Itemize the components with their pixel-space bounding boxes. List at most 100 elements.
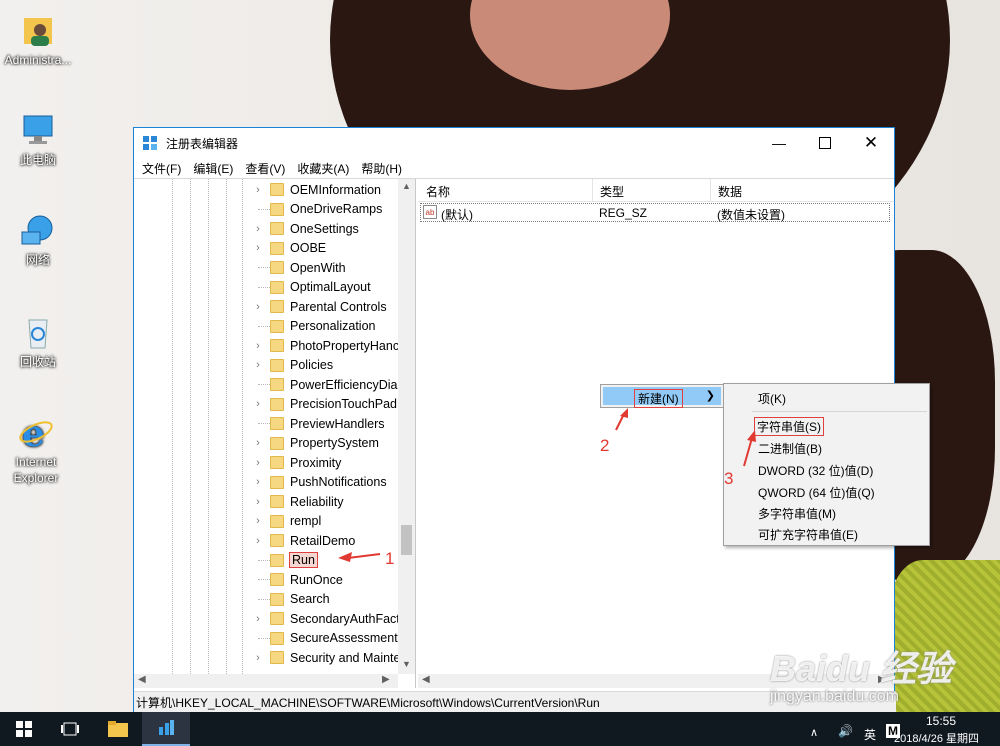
tree-item[interactable]: › PrecisionTouchPad [134,395,398,415]
menu-edit[interactable]: 编辑(E) [187,160,239,177]
tree-vertical-scrollbar[interactable]: ▲ ▼ [398,179,415,674]
column-name[interactable]: 名称 [426,183,450,200]
tree-item[interactable]: OptimalLayout [134,278,398,298]
desktop-icon-recycle-bin[interactable]: 回收站 [2,314,74,370]
tree-item[interactable]: › Policies [134,356,398,376]
tree-item[interactable]: › Proximity [134,453,398,473]
tree-item[interactable]: › Security and Mainte [134,648,400,668]
speaker-icon[interactable]: 🔊 [838,724,853,738]
tree-item[interactable]: OpenWith [134,258,398,278]
tree-item[interactable]: PowerEfficiencyDiag [134,375,404,395]
desktop-icon-label: Internet Explorer [13,455,59,485]
expand-chevron-icon[interactable]: › [253,359,263,371]
menu-item-string-value[interactable]: 字符串值(S) [754,417,824,436]
scroll-left-icon[interactable]: ◀ [422,674,430,685]
tree-item[interactable]: › PhotoPropertyHanc [134,336,399,356]
close-icon: ✕ [863,133,879,152]
menu-favorites[interactable]: 收藏夹(A) [291,160,355,177]
desktop-icon-internet-explorer[interactable]: e Internet Explorer [0,413,72,486]
expand-chevron-icon[interactable]: › [253,184,263,196]
expand-chevron-icon[interactable]: › [253,242,263,254]
tree-connector [258,286,270,288]
menu-view[interactable]: 查看(V) [239,160,291,177]
column-data[interactable]: 数据 [718,183,742,200]
tree-horizontal-scrollbar[interactable]: ◀ ▶ [134,674,398,688]
tree-item[interactable]: RunOnce [134,570,398,590]
scroll-left-icon[interactable]: ◀ [138,674,146,685]
regedit-taskbar-button[interactable] [142,712,190,746]
clock-date[interactable]: 2018/4/26 星期四 [894,730,979,746]
tree-item[interactable]: › Reliability [134,492,398,512]
folder-icon [270,514,284,528]
tree-item[interactable]: › Parental Controls [134,297,398,317]
column-type[interactable]: 类型 [600,183,624,200]
menu-bar: 文件(F) 编辑(E) 查看(V) 收藏夹(A) 帮助(H) [134,158,894,178]
annotation-arrow-3 [743,430,756,467]
expand-chevron-icon[interactable]: › [253,301,263,313]
column-separator[interactable] [710,179,711,201]
tree-item[interactable]: › OEMInformation [134,180,398,200]
expand-chevron-icon[interactable]: › [253,613,263,625]
column-separator[interactable] [592,179,593,201]
expand-chevron-icon[interactable]: › [253,398,263,410]
system-tray: ∧ 🔊 英 M 15:55 2018/4/26 星期四 [780,712,1000,746]
desktop-icon-user[interactable]: Administra... [2,12,74,68]
desktop-icon-this-pc[interactable]: 此电脑 [2,112,74,168]
tree-item[interactable]: › OneSettings [134,219,398,239]
tree-item-label: Proximity [290,455,342,470]
tree-item[interactable]: › PushNotifications [134,473,398,493]
annotation-arrow-1 [338,552,381,562]
clock-time[interactable]: 15:55 [926,714,956,728]
menu-item-qword-value[interactable]: QWORD (64 位)值(Q) [758,484,875,501]
expand-chevron-icon[interactable]: › [253,223,263,235]
tree-item[interactable]: › SecondaryAuthFact [134,609,400,629]
task-view-button[interactable] [46,712,94,746]
chevron-up-icon[interactable]: ∧ [810,726,818,739]
scroll-down-icon[interactable]: ▼ [398,659,415,669]
menu-item-expandable-string-value[interactable]: 可扩充字符串值(E) [758,526,858,543]
task-view-icon [61,722,79,736]
tree-item[interactable]: OneDriveRamps [134,200,398,220]
tree-item[interactable]: › rempl [134,512,398,532]
scroll-right-icon[interactable]: ▶ [382,674,390,685]
expand-chevron-icon[interactable]: › [253,476,263,488]
menu-item-binary-value[interactable]: 二进制值(B) [758,440,822,457]
status-path: 计算机\HKEY_LOCAL_MACHINE\SOFTWARE\Microsof… [136,695,600,710]
tree-item[interactable]: Personalization [134,317,398,337]
menu-item-key[interactable]: 项(K) [758,390,786,407]
expand-chevron-icon[interactable]: › [253,457,263,469]
folder-icon [270,378,284,391]
value-row[interactable]: ab (默认) REG_SZ (数值未设置) [420,203,890,222]
menu-file[interactable]: 文件(F) [136,160,187,177]
scroll-thumb[interactable] [401,525,412,555]
expand-chevron-icon[interactable]: › [253,535,263,547]
menu-separator [752,411,927,412]
key-tree[interactable]: › OEMInformation OneDriveRamps › OneSettings… [134,179,416,688]
tree-item[interactable]: SecureAssessment [134,629,398,649]
scroll-up-icon[interactable]: ▲ [398,181,415,191]
tree-item[interactable]: PreviewHandlers [134,414,398,434]
tree-item-label: Run [289,552,318,569]
desktop-icon-network[interactable]: 网络 [2,212,74,268]
folder-icon [270,417,284,430]
maximize-button[interactable] [802,128,848,158]
start-button[interactable] [0,712,48,746]
tree-item[interactable]: › PropertySystem [134,434,398,454]
close-button[interactable]: ✕ [848,128,894,158]
folder-icon [270,475,284,489]
menu-item-dword-value[interactable]: DWORD (32 位)值(D) [758,462,873,479]
menu-item-new[interactable]: 新建(N) ❯ [603,387,721,408]
menu-help[interactable]: 帮助(H) [355,160,408,177]
expand-chevron-icon[interactable]: › [253,340,263,352]
minimize-button[interactable]: — [756,128,802,158]
expand-chevron-icon[interactable]: › [253,652,263,664]
file-explorer-button[interactable] [94,712,142,746]
tree-item[interactable]: › OOBE [134,239,398,259]
expand-chevron-icon[interactable]: › [253,515,263,527]
menu-item-multi-string-value[interactable]: 多字符串值(M) [758,505,836,522]
expand-chevron-icon[interactable]: › [253,496,263,508]
title-bar[interactable]: 注册表编辑器 — ✕ [134,128,894,158]
ime-indicator[interactable]: 英 [864,726,876,743]
expand-chevron-icon[interactable]: › [253,437,263,449]
tree-item[interactable]: Search [134,590,398,610]
